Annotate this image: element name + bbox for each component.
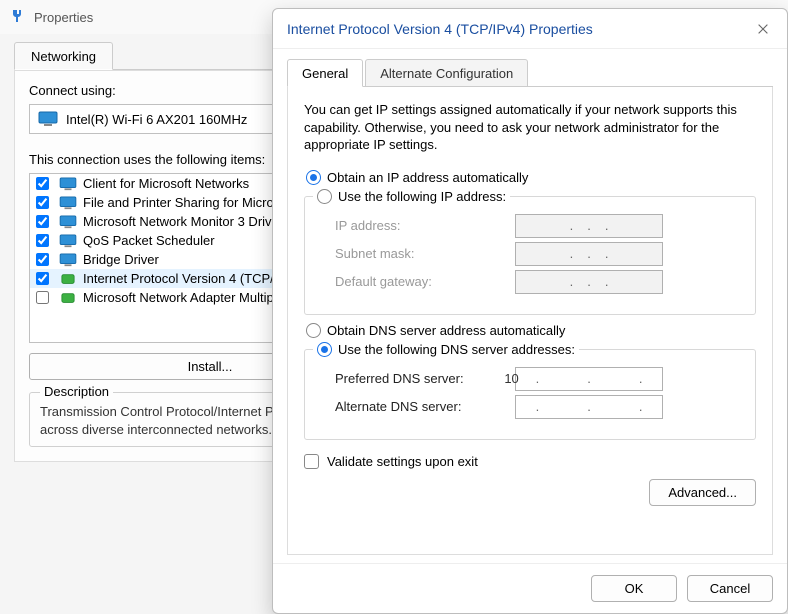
help-text: You can get IP settings assigned automat… <box>304 101 756 154</box>
item-label: Bridge Driver <box>83 252 159 267</box>
ip-address-input: ... <box>515 214 663 238</box>
item-checkbox[interactable] <box>36 291 49 304</box>
default-gateway-label: Default gateway: <box>335 274 515 289</box>
item-label: Client for Microsoft Networks <box>83 176 249 191</box>
item-label: Microsoft Network Monitor 3 Driver <box>83 214 283 229</box>
validate-settings-label: Validate settings upon exit <box>327 454 478 469</box>
radio-dns-manual-label: Use the following DNS server addresses: <box>338 342 575 357</box>
item-checkbox[interactable] <box>36 215 49 228</box>
alternate-dns-input[interactable]: . . . <box>515 395 663 419</box>
radio-icon <box>306 323 321 338</box>
network-client-icon <box>59 177 77 191</box>
description-legend: Description <box>40 384 113 399</box>
network-client-icon <box>59 196 77 210</box>
ok-button[interactable]: OK <box>591 575 677 602</box>
dns-manual-group: Use the following DNS server addresses: … <box>304 342 756 440</box>
tab-networking[interactable]: Networking <box>14 42 113 70</box>
radio-dns-auto[interactable]: Obtain DNS server address automatically <box>306 323 756 338</box>
radio-ip-auto-label: Obtain an IP address automatically <box>327 170 528 185</box>
ipv4-properties-dialog: Internet Protocol Version 4 (TCP/IPv4) P… <box>272 8 788 614</box>
network-client-icon <box>59 215 77 229</box>
radio-icon <box>317 189 332 204</box>
preferred-dns-input[interactable]: 10. . . <box>515 367 663 391</box>
radio-dns-auto-label: Obtain DNS server address automatically <box>327 323 565 338</box>
subnet-mask-input: ... <box>515 242 663 266</box>
ip-address-label: IP address: <box>335 218 515 233</box>
ip-octet[interactable]: 10 <box>502 371 522 386</box>
radio-dns-manual[interactable]: Use the following DNS server addresses: <box>317 342 575 357</box>
default-gateway-input: ... <box>515 270 663 294</box>
alternate-dns-label: Alternate DNS server: <box>335 399 515 414</box>
validate-settings-checkbox[interactable]: Validate settings upon exit <box>304 454 756 469</box>
plug-icon <box>10 9 26 25</box>
ipv4-tabbar: General Alternate Configuration <box>287 59 773 87</box>
item-checkbox[interactable] <box>36 196 49 209</box>
preferred-dns-label: Preferred DNS server: <box>335 371 515 386</box>
item-checkbox[interactable] <box>36 177 49 190</box>
cancel-button[interactable]: Cancel <box>687 575 773 602</box>
radio-ip-manual[interactable]: Use the following IP address: <box>317 189 506 204</box>
ipv4-titlebar: Internet Protocol Version 4 (TCP/IPv4) P… <box>273 9 787 49</box>
ip-manual-group: Use the following IP address: IP address… <box>304 189 756 315</box>
protocol-icon <box>59 291 77 305</box>
item-checkbox[interactable] <box>36 253 49 266</box>
radio-ip-auto[interactable]: Obtain an IP address automatically <box>306 170 756 185</box>
radio-ip-manual-label: Use the following IP address: <box>338 189 506 204</box>
general-panel: You can get IP settings assigned automat… <box>287 87 773 555</box>
radio-icon <box>317 342 332 357</box>
adapter-properties-title: Properties <box>34 10 93 25</box>
item-label: QoS Packet Scheduler <box>83 233 215 248</box>
subnet-mask-label: Subnet mask: <box>335 246 515 261</box>
radio-icon <box>306 170 321 185</box>
item-checkbox[interactable] <box>36 272 49 285</box>
checkbox-icon <box>304 454 319 469</box>
network-adapter-icon <box>38 111 58 127</box>
item-label: Internet Protocol Version 4 (TCP/IPv4) <box>83 271 304 286</box>
dialog-footer: OK Cancel <box>273 563 787 613</box>
close-icon[interactable] <box>753 19 773 39</box>
advanced-button[interactable]: Advanced... <box>649 479 756 506</box>
item-checkbox[interactable] <box>36 234 49 247</box>
protocol-icon <box>59 272 77 286</box>
network-client-icon <box>59 253 77 267</box>
tab-general[interactable]: General <box>287 59 363 87</box>
network-client-icon <box>59 234 77 248</box>
tab-alternate-configuration[interactable]: Alternate Configuration <box>365 59 528 87</box>
ipv4-title: Internet Protocol Version 4 (TCP/IPv4) P… <box>287 21 593 37</box>
adapter-name: Intel(R) Wi-Fi 6 AX201 160MHz <box>66 112 247 127</box>
